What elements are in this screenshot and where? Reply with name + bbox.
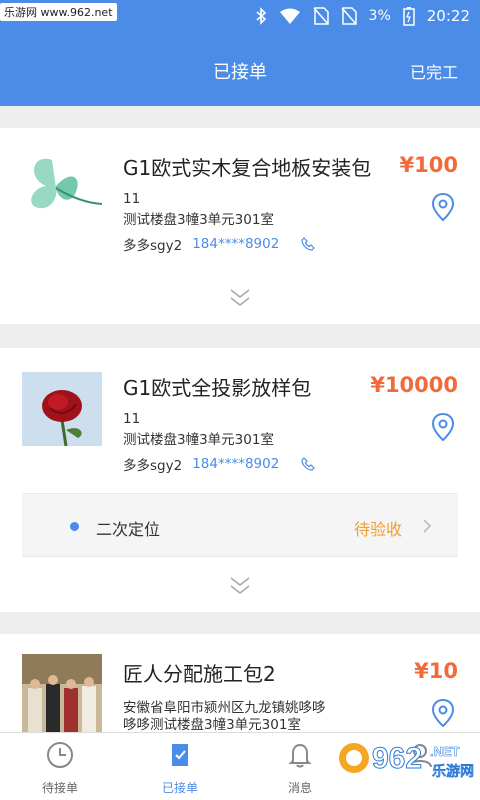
watermark-suffix: .NET xyxy=(430,744,460,759)
app-header: 已接单 已完工 xyxy=(0,30,480,106)
watermark-cn: 乐游网 xyxy=(432,763,474,780)
completed-button[interactable]: 已完工 xyxy=(410,59,458,83)
phone-icon[interactable] xyxy=(301,237,316,251)
order-address-line2: 测试楼盘3幢3单元301室 xyxy=(123,432,274,448)
no-sim-icon-2 xyxy=(340,7,357,25)
962-watermark: 962 .NET 乐游网 xyxy=(339,742,474,780)
order-price: ¥10 xyxy=(414,659,458,683)
chevron-right-icon xyxy=(423,519,432,533)
status-bar: 乐游网 www.962.net 3% 20:22 xyxy=(0,0,480,30)
status-icons: 3% 20:22 xyxy=(255,6,470,26)
tab-label: 已接单 xyxy=(161,781,198,795)
order-address-line1: 11 xyxy=(123,191,141,207)
order-address-line2: 哆哆测试楼盘3幢3单元301室 xyxy=(123,717,301,733)
sub-task-row[interactable]: 二次定位 待验收 xyxy=(22,493,458,557)
battery-percent: 3% xyxy=(368,8,391,24)
product-thumbnail xyxy=(22,148,102,228)
tab-pending[interactable]: 待接单 xyxy=(0,733,120,800)
phone-icon[interactable] xyxy=(301,457,316,471)
order-contact: 多多sgy2 184****8902 xyxy=(123,454,316,474)
watermark-number: 962 xyxy=(372,742,422,775)
order-price: ¥100 xyxy=(399,153,458,177)
tab-label: 待接单 xyxy=(41,781,78,795)
check-doc-icon xyxy=(172,744,188,766)
bluetooth-icon xyxy=(256,7,266,25)
order-title: 匠人分配施工包2 xyxy=(123,662,276,686)
expand-chevron-icon[interactable] xyxy=(229,576,251,596)
sub-task-status: 待验收 xyxy=(353,520,402,539)
status-dot xyxy=(70,522,79,531)
product-thumbnail xyxy=(22,372,102,446)
sub-task-label: 二次定位 xyxy=(96,520,161,539)
order-card[interactable]: G1欧式全投影放样包 ¥10000 11 测试楼盘3幢3单元301室 多多sgy… xyxy=(0,348,480,612)
contact-name: 多多sgy2 xyxy=(123,238,183,254)
location-pin-icon[interactable] xyxy=(431,192,455,222)
order-title: G1欧式实木复合地板安装包 xyxy=(123,156,372,180)
order-price: ¥10000 xyxy=(370,373,458,397)
bell-icon xyxy=(288,743,312,768)
location-pin-icon[interactable] xyxy=(431,698,455,728)
page-title: 已接单 xyxy=(213,62,267,83)
order-contact: 多多sgy2 184****8902 xyxy=(123,234,316,254)
order-address-line2: 测试楼盘3幢3单元301室 xyxy=(123,212,274,228)
order-title: G1欧式全投影放样包 xyxy=(123,376,312,400)
location-pin-icon[interactable] xyxy=(431,412,455,442)
order-address-line1: 11 xyxy=(123,411,141,427)
expand-chevron-icon[interactable] xyxy=(229,288,251,308)
order-card[interactable]: G1欧式实木复合地板安装包 ¥100 11 测试楼盘3幢3单元301室 多多sg… xyxy=(0,128,480,324)
site-watermark: 乐游网 www.962.net xyxy=(0,3,117,21)
product-thumbnail xyxy=(22,654,102,734)
contact-name: 多多sgy2 xyxy=(123,458,183,474)
contact-phone[interactable]: 184****8902 xyxy=(192,456,279,472)
clock-time: 20:22 xyxy=(426,7,470,25)
no-sim-icon xyxy=(312,7,329,25)
tab-accepted[interactable]: 已接单 xyxy=(120,733,240,800)
contact-phone[interactable]: 184****8902 xyxy=(192,236,279,252)
order-card[interactable]: 匠人分配施工包2 ¥10 安徽省阜阳市颍州区九龙镇姚哆哆 哆哆测试楼盘3幢3单元… xyxy=(0,634,480,734)
battery-icon xyxy=(403,7,415,26)
wifi-icon xyxy=(279,8,300,24)
clock-icon xyxy=(47,742,73,768)
